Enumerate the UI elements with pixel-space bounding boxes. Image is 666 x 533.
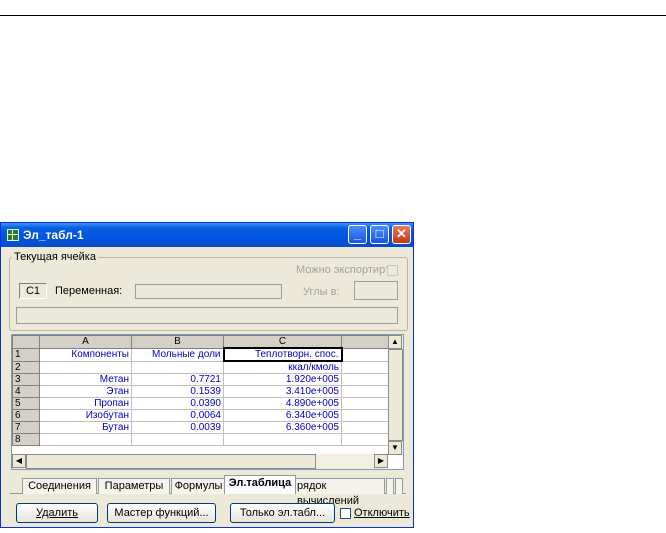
tab-formulas[interactable]: Формулы [171, 478, 226, 494]
column-header-b[interactable]: B [131, 335, 224, 349]
cell-a4[interactable]: Этан [39, 385, 132, 398]
angles-input[interactable] [354, 281, 398, 300]
row-header[interactable]: 6 [12, 409, 40, 422]
cell-a5[interactable]: Пропан [39, 397, 132, 410]
top-divider [0, 15, 666, 16]
cell-d6[interactable] [341, 409, 390, 422]
cell-c2[interactable]: ккал/кмоль [223, 361, 342, 374]
cell-b3[interactable]: 0.7721 [131, 373, 224, 386]
table-row: 2 ккал/кмоль [12, 360, 390, 374]
horizontal-scroll-thumb[interactable] [26, 454, 316, 469]
cell-a1[interactable]: Компоненты [39, 348, 132, 362]
spreadsheet-grid[interactable]: A B C 1 Компоненты Мольные доли Теплотво… [11, 334, 404, 470]
cell-b1[interactable]: Мольные доли [131, 348, 224, 362]
tab-strip: Соединения Параметры Формулы Эл.таблица … [10, 472, 406, 507]
scroll-up-icon[interactable]: ▲ [388, 335, 402, 349]
formula-input[interactable] [16, 307, 398, 324]
table-row: 4 Этан 0.1539 3.410e+005 [12, 385, 390, 398]
table-row: 7 Бутан 0.0039 6.360e+005 [12, 421, 390, 434]
cell-b2[interactable] [131, 361, 224, 374]
cell-d7[interactable] [341, 421, 390, 434]
exportable-label: Можно экспортир? [296, 264, 392, 276]
row-header[interactable]: 3 [12, 373, 40, 386]
window-title: Эл_табл-1 [23, 228, 84, 242]
current-cell-legend: Текущая ячейка [12, 251, 98, 263]
corner-cell[interactable] [12, 335, 40, 349]
cell-d5[interactable] [341, 397, 390, 410]
horizontal-scrollbar[interactable]: ◀ ▶ [12, 454, 388, 469]
row-header[interactable]: 2 [12, 360, 40, 374]
title-bar[interactable]: Эл_табл-1 _ □ ✕ [1, 223, 413, 247]
spreadsheet-icon [7, 229, 19, 241]
cell-b8[interactable] [131, 433, 224, 446]
sheet-only-button[interactable]: Только эл.табл... [230, 503, 335, 523]
table-row: 1 Компоненты Мольные доли Теплотворн. сп… [12, 347, 390, 362]
tab-parameters[interactable]: Параметры [98, 478, 170, 494]
angles-label: Углы в: [303, 286, 340, 298]
cell-a2[interactable] [39, 361, 132, 374]
vertical-scrollbar[interactable]: ▲ ▼ [388, 335, 403, 455]
cell-d3[interactable] [341, 373, 390, 386]
row-header[interactable]: 8 [12, 433, 40, 446]
cell-a7[interactable]: Бутан [39, 421, 132, 434]
variable-input[interactable] [135, 284, 282, 299]
maximize-button[interactable]: □ [370, 225, 389, 244]
table-row: 5 Пропан 0.0390 4.890e+005 [12, 397, 390, 410]
cell-b5[interactable]: 0.0390 [131, 397, 224, 410]
disable-checkbox[interactable] [340, 508, 351, 519]
row-header[interactable]: 7 [12, 421, 40, 434]
close-button[interactable]: ✕ [392, 225, 411, 244]
column-header-a[interactable]: A [39, 335, 132, 349]
variable-label: Переменная: [55, 285, 123, 297]
delete-button[interactable]: Удалить [16, 503, 98, 523]
scroll-down-icon[interactable]: ▼ [388, 441, 402, 455]
cell-d8[interactable] [341, 433, 390, 446]
cell-c4[interactable]: 3.410e+005 [223, 385, 342, 398]
cell-c3[interactable]: 1.920e+005 [223, 373, 342, 386]
cell-b7[interactable]: 0.0039 [131, 421, 224, 434]
tab-scroll-left[interactable] [386, 478, 394, 494]
table-row: 3 Метан 0.7721 1.920e+005 [12, 373, 390, 386]
table-row: 6 Изобутан 0.0064 6.340e+005 [12, 409, 390, 422]
cell-a3[interactable]: Метан [39, 373, 132, 386]
cell-d4[interactable] [341, 385, 390, 398]
cell-d1[interactable] [341, 348, 390, 362]
cell-d2[interactable] [341, 361, 390, 374]
minimize-button[interactable]: _ [348, 225, 367, 244]
tab-calc-order[interactable]: рядок вычислений [295, 478, 385, 507]
function-wizard-button[interactable]: Мастер функций... [107, 503, 216, 523]
cell-c6[interactable]: 6.340e+005 [223, 409, 342, 422]
column-header-blank[interactable] [341, 335, 390, 349]
tab-connections[interactable]: Соединения [22, 478, 97, 494]
column-header-c[interactable]: C [223, 335, 342, 349]
scroll-left-icon[interactable]: ◀ [12, 454, 26, 468]
cell-a8[interactable] [39, 433, 132, 446]
row-header[interactable]: 5 [12, 397, 40, 410]
tab-spreadsheet[interactable]: Эл.таблица [224, 475, 296, 494]
disable-label[interactable]: Отключить [354, 507, 410, 519]
cell-ref-box: C1 [19, 283, 47, 299]
cell-c8[interactable] [223, 433, 342, 446]
scroll-right-icon[interactable]: ▶ [374, 454, 388, 468]
cell-a6[interactable]: Изобутан [39, 409, 132, 422]
cell-b6[interactable]: 0.0064 [131, 409, 224, 422]
cell-c7[interactable]: 6.360e+005 [223, 421, 342, 434]
cell-b4[interactable]: 0.1539 [131, 385, 224, 398]
vertical-scroll-thumb[interactable] [388, 349, 403, 441]
cell-c1-selected[interactable]: Теплотворн. спос. [222, 347, 343, 362]
tab-scroll-right[interactable] [395, 478, 403, 494]
cell-c5[interactable]: 4.890e+005 [223, 397, 342, 410]
table-row: 8 [12, 433, 390, 446]
row-header[interactable]: 1 [12, 347, 40, 362]
row-header[interactable]: 4 [12, 385, 40, 398]
exportable-checkbox [387, 265, 398, 276]
